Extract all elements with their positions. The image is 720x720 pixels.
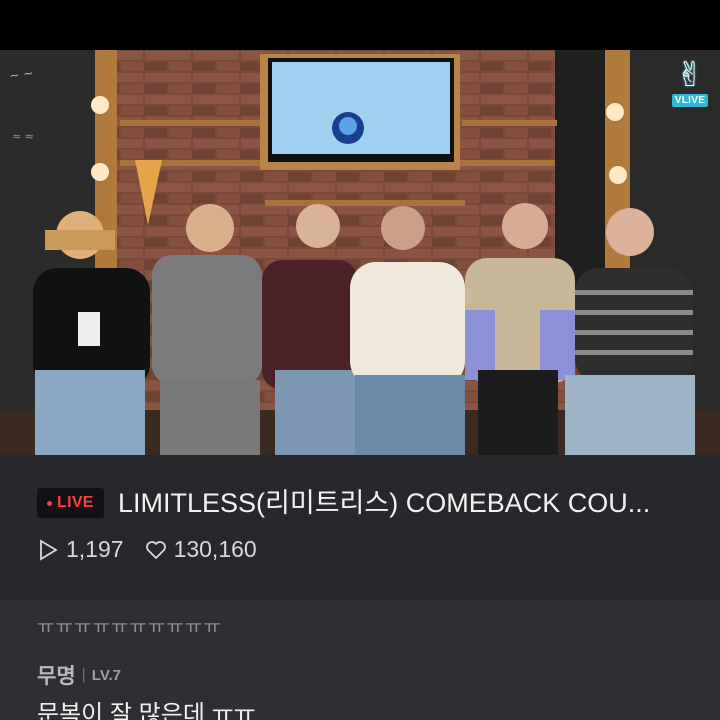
video-player[interactable]: ~ ~ ≈ ≈ ✌ VLIVE — [0, 50, 720, 455]
broadcast-stats: 1,197 130,160 — [36, 536, 257, 563]
broadcast-info-panel — [0, 455, 720, 600]
divider: | — [81, 666, 86, 683]
chat-message: 문복이 잘 많은데 ㅠㅠ — [37, 701, 256, 720]
live-dot-icon — [47, 500, 52, 506]
svg-text:≈ ≈: ≈ ≈ — [12, 130, 34, 143]
video-frame: ~ ~ ≈ ≈ — [0, 50, 720, 455]
like-count: 130,160 — [173, 536, 257, 562]
user-level-badge: LV.7 — [91, 666, 121, 684]
live-badge: LIVE — [37, 488, 104, 518]
vlive-badge-text: VLIVE — [671, 94, 709, 107]
vlive-v-icon: ✌ — [675, 55, 705, 95]
status-bar — [0, 0, 720, 50]
play-icon — [40, 538, 58, 561]
chat-message-author: 무명 | LV.7 — [37, 660, 121, 690]
live-label: LIVE — [57, 494, 94, 511]
heart-icon[interactable] — [144, 538, 168, 562]
chat-message: ㅠㅠㅠㅠㅠㅠㅠㅠㅠㅠ — [37, 617, 222, 638]
broadcast-title[interactable]: LIMITLESS(리미트리스) COMEBACK COU... — [118, 486, 688, 520]
chat-username[interactable]: 무명 — [37, 660, 76, 690]
vlive-logo: ✌ VLIVE — [668, 56, 712, 112]
view-count: 1,197 — [66, 536, 124, 562]
